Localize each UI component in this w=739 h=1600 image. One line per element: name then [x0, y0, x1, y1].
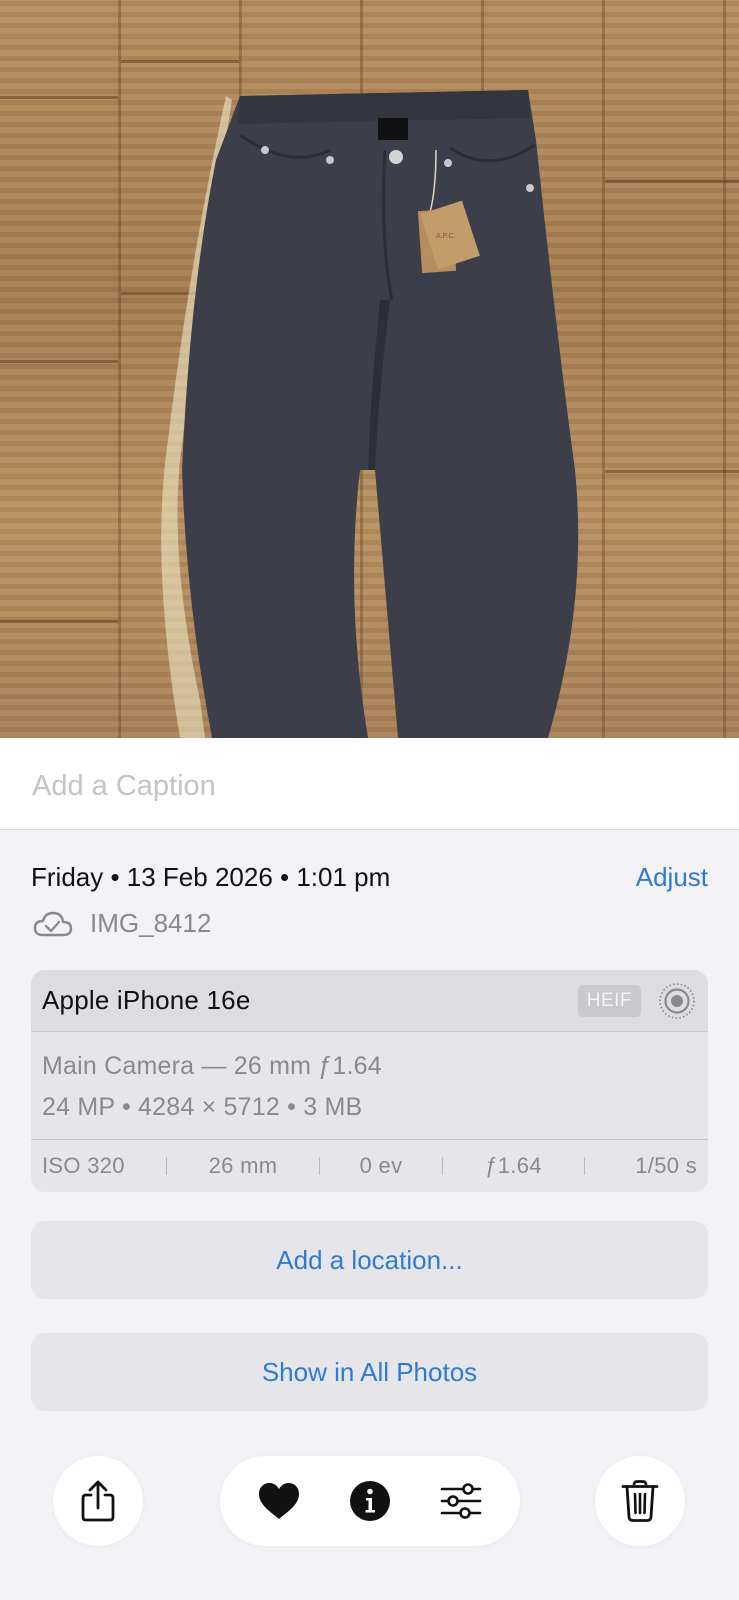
camera-details: Main Camera — 26 mm ƒ1.64 24 MP • 4284 ×… [31, 1032, 708, 1140]
lens-info: Main Camera — 26 mm ƒ1.64 [42, 1052, 382, 1080]
share-button[interactable] [53, 1456, 143, 1546]
caption-input[interactable] [32, 766, 712, 806]
adjust-button[interactable]: Adjust [636, 862, 708, 893]
photo-date: Friday • 13 Feb 2026 • 1:01 pm [31, 862, 391, 892]
caption-bar [0, 738, 739, 830]
info-button[interactable] [340, 1471, 400, 1531]
exif-focal-length: 26 mm [208, 1153, 278, 1178]
info-icon [349, 1481, 390, 1521]
share-icon [81, 1480, 115, 1522]
image-specs: 24 MP • 4284 × 5712 • 3 MB [42, 1093, 363, 1121]
camera-model: Apple iPhone 16e [42, 985, 251, 1015]
exif-shutter: 1/50 s [635, 1153, 697, 1178]
add-location-button[interactable]: Add a location... [31, 1221, 708, 1299]
exif-exposure: 0 ev [359, 1153, 403, 1178]
icloud-check-icon [33, 911, 73, 936]
show-in-all-photos-button[interactable]: Show in All Photos [31, 1333, 708, 1411]
file-info: IMG_8412 [32, 908, 211, 939]
live-photo-icon [659, 982, 695, 1019]
favorite-button[interactable] [249, 1471, 309, 1531]
jeans-image: A.P.C. [161, 90, 579, 738]
photo-view[interactable]: A.P.C. [0, 0, 739, 738]
camera-info-card: Apple iPhone 16e HEIF Main Camera — 26 m… [31, 970, 708, 1192]
file-name: IMG_8412 [90, 908, 212, 938]
exif-row: ISO 320 26 mm 0 ev ƒ1.64 1/50 s [31, 1140, 708, 1192]
format-badge: HEIF [577, 984, 641, 1017]
exif-iso: ISO 320 [42, 1153, 125, 1178]
exif-aperture: ƒ1.64 [485, 1153, 542, 1178]
adjust-edit-button[interactable] [431, 1471, 491, 1531]
camera-header: Apple iPhone 16e HEIF [31, 970, 708, 1032]
trash-icon [621, 1480, 659, 1522]
toolbar-pill [220, 1456, 520, 1546]
adjustments-icon [440, 1483, 481, 1519]
tag-brand-text: A.P.C. [436, 233, 455, 240]
heart-icon [259, 1483, 300, 1519]
delete-button[interactable] [595, 1456, 685, 1546]
